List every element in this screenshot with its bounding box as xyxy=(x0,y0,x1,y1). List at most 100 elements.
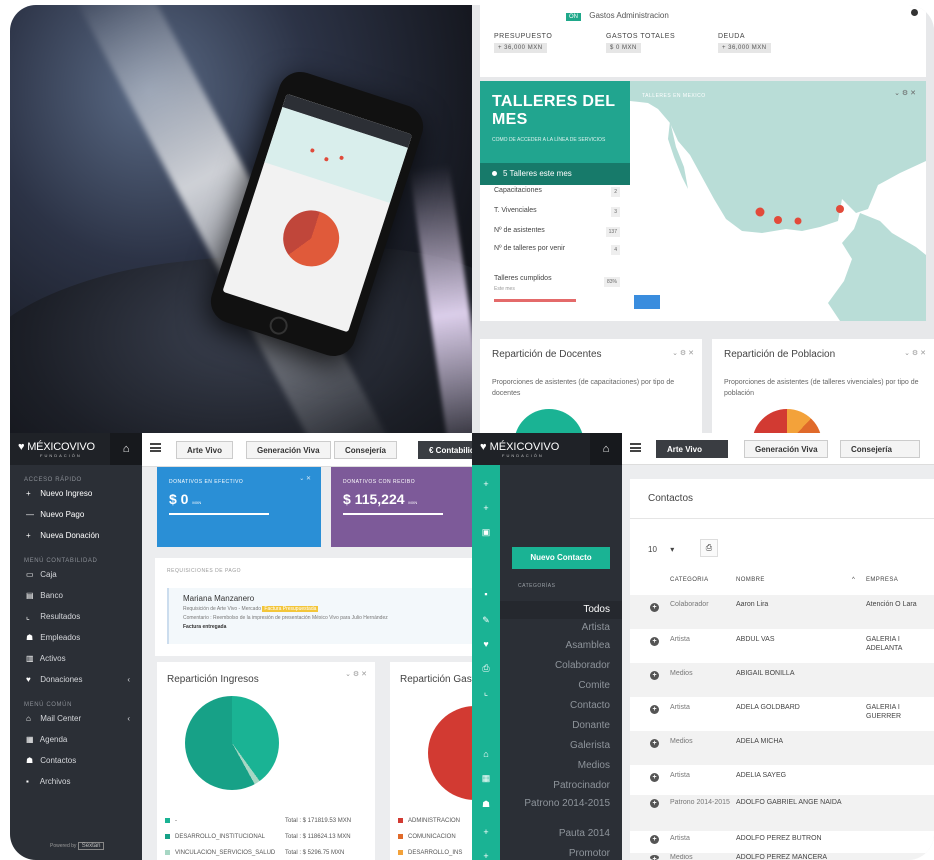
expand-icon[interactable]: + xyxy=(650,705,659,714)
page-title: Contactos xyxy=(630,479,934,519)
category-item[interactable]: Artista xyxy=(582,623,610,633)
logo-icon: ♥ xyxy=(18,441,28,453)
category-item[interactable]: Pauta 2014 xyxy=(559,829,610,839)
sidebar-item-empleados[interactable]: ☗ Empleados xyxy=(10,627,142,648)
section-label: MENÚ COMÚN xyxy=(24,702,72,708)
sidebar-item-contactos[interactable]: ☗ Contactos xyxy=(10,750,142,771)
chart-icon[interactable]: ⌞ xyxy=(472,687,500,698)
card-controls[interactable]: ⌄ ⚙ ✕ xyxy=(904,349,926,357)
nav-consejeria[interactable]: Consejería xyxy=(840,440,920,458)
home-icon[interactable]: ⌂ xyxy=(590,433,622,465)
category-item[interactable]: Asamblea xyxy=(566,641,610,651)
nav-generacion-viva[interactable]: Generación Viva xyxy=(246,441,331,459)
category-item[interactable]: Colaborador xyxy=(555,661,610,671)
expand-icon[interactable]: + xyxy=(650,855,659,860)
map-label: TALLERES EN MEXICO xyxy=(642,93,706,99)
sidebar-item-caja[interactable]: ▭ Caja xyxy=(10,564,142,585)
requisicion-item[interactable]: Mariana Manzanero Requisición de Arte Vi… xyxy=(167,588,472,644)
users-icon[interactable]: ☗ xyxy=(472,799,500,810)
home-icon[interactable]: ⌂ xyxy=(110,433,142,465)
category-item[interactable]: Patrono 2014-2015 xyxy=(524,799,610,809)
phone-home-button xyxy=(267,314,290,337)
file-icon: ▪ xyxy=(26,777,29,786)
print-icon[interactable]: ⎙ xyxy=(472,663,500,674)
print-icon[interactable]: ⎙ xyxy=(700,539,718,557)
chart-icon: ⌞ xyxy=(26,612,30,621)
section-label: REQUISICIONES DE PAGO xyxy=(167,568,242,574)
plus-icon: + xyxy=(26,489,31,498)
sidebar-item-mail-center[interactable]: ⌂ Mail Center ‹ xyxy=(10,708,142,729)
map-marker[interactable] xyxy=(774,216,782,224)
table-row[interactable] xyxy=(630,663,934,697)
map-marker[interactable] xyxy=(755,207,765,217)
column-header[interactable]: CATEGORIA xyxy=(670,577,709,583)
card-controls[interactable]: ⌄ ✕ xyxy=(299,475,311,482)
hamburger-menu-icon[interactable] xyxy=(630,443,641,452)
gear-icon[interactable] xyxy=(911,9,918,16)
expand-icon[interactable]: + xyxy=(650,835,659,844)
category-item[interactable]: Promotor xyxy=(569,849,610,859)
nav-generacion-viva[interactable]: Generación Viva xyxy=(744,440,828,458)
nav-arte-vivo[interactable]: Arte Vivo xyxy=(176,441,233,459)
sidebar-item-activos[interactable]: ▥ Activos xyxy=(10,648,142,669)
expand-icon[interactable]: + xyxy=(650,603,659,612)
talleres-card: TALLERES DEL MES COMO DE ACCEDER A LA LÍ… xyxy=(480,81,630,321)
map-marker[interactable] xyxy=(836,205,844,213)
stat-label: T. Vivenciales xyxy=(494,207,537,214)
plus-icon: + xyxy=(26,531,31,540)
category-item[interactable]: Contacto xyxy=(570,701,610,711)
sidebar-item-nuevo-ingreso[interactable]: + Nuevo Ingreso xyxy=(10,483,142,504)
expand-icon[interactable]: + xyxy=(650,671,659,680)
column-header[interactable]: NOMBRE xyxy=(736,577,765,583)
inbox-icon[interactable]: ▣ xyxy=(472,527,500,538)
tools-icon[interactable]: ✎ xyxy=(472,615,500,626)
plus-icon[interactable]: + xyxy=(472,851,500,860)
hamburger-menu-icon[interactable] xyxy=(150,443,161,452)
nav-consejeria[interactable]: Consejería xyxy=(334,441,397,459)
file-icon[interactable]: ▪ xyxy=(472,589,500,599)
expand-icon[interactable]: + xyxy=(650,773,659,782)
expand-icon[interactable]: + xyxy=(650,637,659,646)
sidebar-item-donaciones[interactable]: ♥ Donaciones ‹ xyxy=(10,669,142,690)
sidebar-item-agenda[interactable]: ▦ Agenda xyxy=(10,729,142,750)
plus-icon[interactable]: + xyxy=(472,479,500,489)
sidebar-item-archivos[interactable]: ▪ Archivos xyxy=(10,771,142,792)
plus-icon[interactable]: + xyxy=(472,503,500,513)
nav-arte-vivo[interactable]: Arte Vivo xyxy=(656,440,728,458)
card-controls[interactable]: ⌄ ⚙ ✕ xyxy=(672,349,694,357)
map-controls[interactable]: ⌄ ⚙ ✕ xyxy=(894,89,916,97)
card-title: Repartición Ingresos xyxy=(167,674,259,685)
table-row[interactable] xyxy=(630,731,934,765)
category-todos[interactable]: Todos xyxy=(500,601,622,619)
sidebar-item-resultados[interactable]: ⌞ Resultados xyxy=(10,606,142,627)
minus-icon: — xyxy=(26,510,34,519)
bank-icon: ▤ xyxy=(26,591,34,600)
plus-icon[interactable]: + xyxy=(472,827,500,837)
expand-icon[interactable]: + xyxy=(650,799,659,808)
new-contact-button[interactable]: Nuevo Contacto xyxy=(512,547,610,569)
sort-icon[interactable]: ^ xyxy=(852,577,855,583)
map-button[interactable] xyxy=(634,295,660,309)
finance-dashboard: ♥ MÉXICOVIVO FUNDACIÓN ⌂ ACCESO RÁPIDO +… xyxy=(10,433,496,860)
category-item[interactable]: Donante xyxy=(572,721,610,731)
column-header[interactable]: EMPRESA xyxy=(866,577,898,583)
calendar-icon[interactable]: ▦ xyxy=(472,773,500,784)
brand-logo[interactable]: ♥ MÉXICOVIVO FUNDACIÓN ⌂ xyxy=(10,433,142,465)
card-controls[interactable]: ⌄ ⚙ ✕ xyxy=(345,670,367,678)
sidebar-item-nueva-donacion[interactable]: + Nueva Donación xyxy=(10,525,142,546)
page-size-select[interactable]: 10 ▾ xyxy=(648,545,674,554)
category-item[interactable]: Galerista xyxy=(570,741,610,751)
sidebar-item-nuevo-pago[interactable]: — Nuevo Pago xyxy=(10,504,142,525)
mail-icon[interactable]: ⌂ xyxy=(472,749,500,759)
heart-icon[interactable]: ♥ xyxy=(472,639,500,649)
category-item[interactable]: Comite xyxy=(578,681,610,691)
brand-logo[interactable]: ♥ MÉXICOVIVO FUNDACIÓN ⌂ xyxy=(472,433,622,465)
category-item[interactable]: Patrocinador xyxy=(553,781,610,791)
category-item[interactable]: Medios xyxy=(578,761,610,771)
map-marker[interactable] xyxy=(794,217,802,225)
expand-icon[interactable]: + xyxy=(650,739,659,748)
stat-value: 137 xyxy=(605,227,620,237)
sidebar-item-banco[interactable]: ▤ Banco xyxy=(10,585,142,606)
talleres-band: 5 Talleres este mes xyxy=(480,163,630,185)
talleres-subtitle: COMO DE ACCEDER A LA LÍNEA DE SERVICIOS xyxy=(492,137,606,143)
